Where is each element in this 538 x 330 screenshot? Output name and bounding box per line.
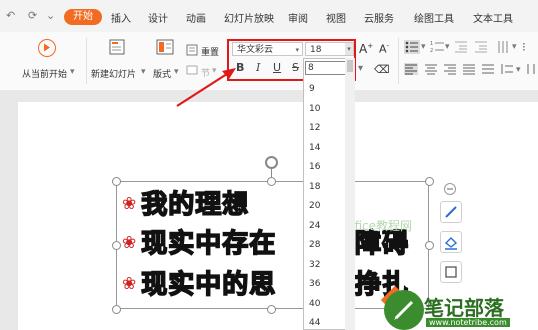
tab-cloud-service[interactable]: 云服务 — [364, 10, 394, 25]
text-direction-chevron-icon[interactable]: ▾ — [512, 42, 517, 52]
bullet-list-icon[interactable] — [404, 40, 420, 54]
svg-text:1: 1 — [430, 41, 433, 47]
rotate-handle-icon[interactable] — [265, 156, 278, 169]
resize-handle-top-left[interactable] — [112, 177, 121, 186]
decrease-indent-icon[interactable] — [454, 40, 468, 54]
font-size-option[interactable]: 12 — [309, 123, 320, 133]
font-size-option[interactable]: 28 — [309, 240, 320, 250]
flower-bullet-icon: ❀ — [122, 194, 138, 214]
fill-bucket-icon — [444, 237, 458, 250]
svg-text:2: 2 — [430, 48, 433, 54]
play-dropdown-chevron-icon[interactable]: ▾ — [70, 67, 75, 77]
new-slide-icon[interactable] — [108, 37, 126, 57]
shape-fill-tool[interactable] — [440, 231, 462, 253]
undo-arrow-icon[interactable]: ↶ — [6, 9, 15, 22]
scrollbar-thumb[interactable] — [347, 60, 353, 72]
font-size-option[interactable]: 24 — [309, 221, 320, 231]
resize-handle-top-right[interactable] — [425, 177, 434, 186]
wps-presentation-window: ↶ ⟳ ⌄ 开始 插入 设计 动画 幻灯片放映 审阅 视图 云服务 绘图工具 文… — [0, 0, 538, 330]
tab-view[interactable]: 视图 — [326, 10, 346, 25]
tab-insert[interactable]: 插入 — [111, 10, 131, 25]
slide-text-line-1[interactable]: ❀ 我的理想 — [122, 184, 249, 221]
tab-review[interactable]: 审阅 — [288, 10, 308, 25]
align-center-icon[interactable] — [424, 63, 438, 75]
font-size-option[interactable]: 20 — [309, 201, 320, 211]
red-arrow-icon — [176, 68, 236, 107]
bullet-list-chevron-icon[interactable]: ▾ — [421, 42, 426, 52]
align-right-icon[interactable] — [443, 63, 457, 75]
ribbon-tab-bar: ↶ ⟳ ⌄ 开始 插入 设计 动画 幻灯片放映 审阅 视图 云服务 绘图工具 文… — [0, 0, 538, 32]
resize-handle-top[interactable] — [267, 177, 276, 186]
brand-logo-icon — [384, 290, 424, 330]
numbered-list-chevron-icon[interactable]: ▾ — [445, 42, 450, 52]
redo-icon[interactable]: ⟳ — [28, 9, 37, 22]
line-spacing-icon[interactable] — [500, 63, 514, 75]
text-direction-icon[interactable] — [496, 40, 510, 54]
font-size-option[interactable]: 32 — [309, 260, 320, 270]
line-spacing-chevron-icon[interactable]: ▾ — [516, 65, 521, 75]
tab-design[interactable]: 设计 — [148, 10, 168, 25]
align-left-icon[interactable] — [404, 63, 418, 75]
increase-indent-icon[interactable] — [474, 40, 488, 54]
tab-animation[interactable]: 动画 — [186, 10, 206, 25]
font-size-option[interactable]: 10 — [309, 104, 320, 114]
reset-icon[interactable] — [186, 44, 198, 56]
quick-access-more-icon[interactable]: ⌄ — [46, 9, 55, 22]
font-size-option[interactable]: 36 — [309, 279, 320, 289]
divider — [86, 38, 87, 84]
pen-icon — [445, 206, 457, 218]
font-color-chevron-icon[interactable]: ▾ — [358, 63, 363, 74]
slide-text-line-3[interactable]: ❀ 现实中的思 — [122, 264, 276, 301]
slide-text-line-2[interactable]: ❀ 现实中存在 — [122, 223, 276, 260]
resize-handle-bottom[interactable] — [267, 305, 276, 314]
font-size-option[interactable]: 40 — [309, 299, 320, 309]
flower-bullet-icon: ❀ — [122, 274, 138, 294]
clear-format-eraser-icon[interactable]: ⌫ — [374, 63, 390, 76]
tab-drawing-tools[interactable]: 绘图工具 — [414, 10, 454, 25]
layout-icon[interactable] — [155, 37, 175, 57]
play-from-current-button[interactable]: 从当前开始 — [22, 67, 67, 80]
distribute-icon[interactable] — [481, 63, 495, 75]
resize-handle-right[interactable] — [425, 241, 434, 250]
tab-text-tools[interactable]: 文本工具 — [473, 10, 513, 25]
brand-watermark-url: www.notetribe.com — [426, 318, 510, 327]
numbered-list-icon[interactable]: 12 — [430, 40, 446, 54]
font-size-option[interactable]: 16 — [309, 162, 320, 172]
more-ribbon-icon[interactable]: ⁝ — [522, 40, 526, 54]
new-slide-button[interactable]: 新建幻灯片 — [91, 67, 136, 80]
tab-slideshow[interactable]: 幻灯片放映 — [224, 10, 274, 25]
brand-watermark-text: 笔记部落 — [424, 296, 504, 320]
layout-button[interactable]: 版式 — [153, 67, 171, 80]
justify-icon[interactable] — [462, 63, 476, 75]
shape-outline-pen-tool[interactable] — [440, 201, 462, 223]
font-size-option[interactable]: 44 — [309, 318, 320, 328]
resize-handle-bottom-left[interactable] — [112, 305, 121, 314]
font-size-option[interactable]: 9 — [309, 84, 315, 94]
font-size-option[interactable]: 18 — [309, 182, 320, 192]
columns-icon[interactable] — [525, 63, 537, 75]
new-slide-chevron-icon[interactable]: ▾ — [141, 67, 146, 77]
play-icon[interactable] — [38, 39, 56, 57]
shape-frame-tool[interactable] — [440, 261, 462, 283]
collapse-minus-icon[interactable] — [444, 183, 456, 195]
grow-font-icon[interactable]: A+ — [359, 42, 373, 56]
frame-icon — [445, 266, 457, 278]
shrink-font-icon[interactable]: A- — [379, 42, 389, 56]
dropdown-scrollbar[interactable] — [345, 58, 355, 330]
divider — [398, 38, 399, 84]
resize-handle-left[interactable] — [112, 241, 121, 250]
flower-bullet-icon: ❀ — [122, 233, 138, 253]
tab-home[interactable]: 开始 — [64, 9, 102, 25]
font-size-option[interactable]: 14 — [309, 143, 320, 153]
reset-button[interactable]: 重置 — [201, 45, 219, 58]
